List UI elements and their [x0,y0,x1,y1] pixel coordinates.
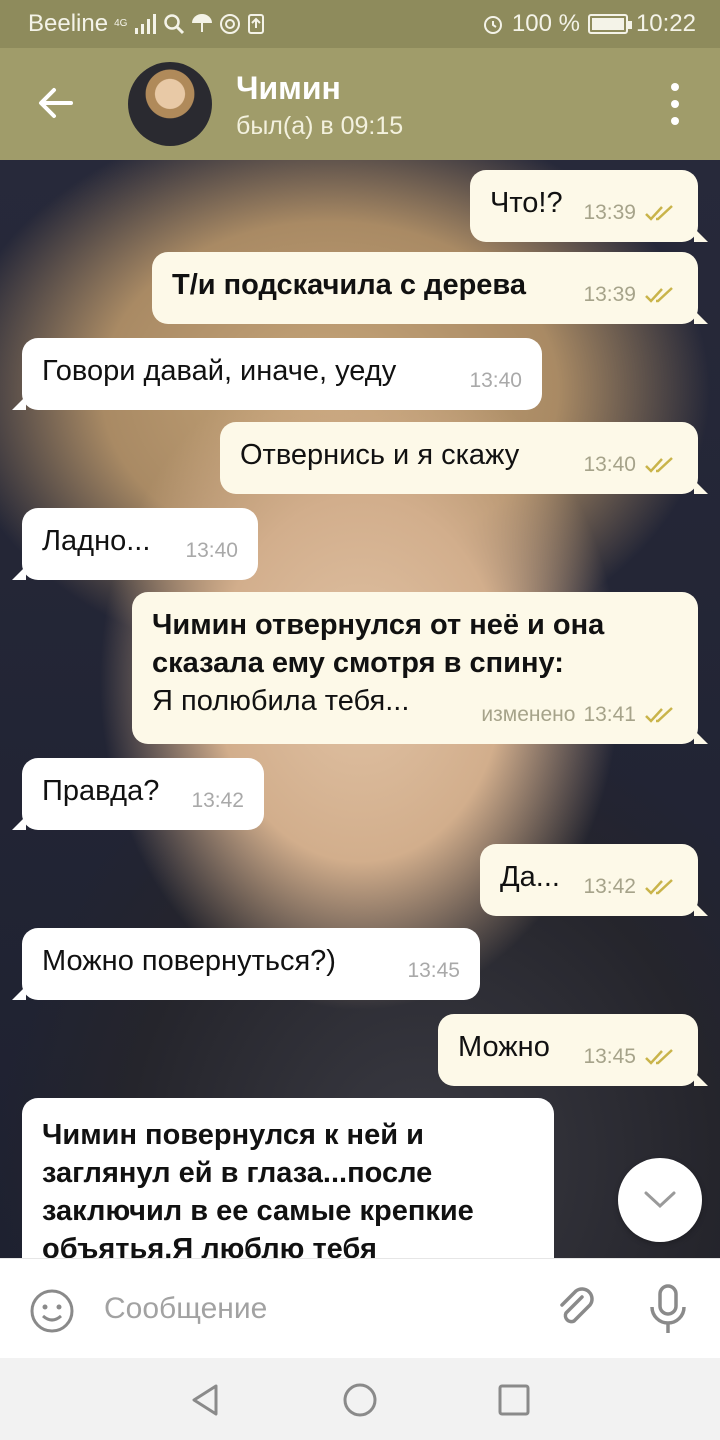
message-meta: 13:39 [583,194,678,232]
double-check-icon [645,457,673,473]
alarm-icon [483,16,502,34]
message-text: Т/и подскачила с дерева [172,269,526,301]
message-bubble-outgoing[interactable]: Что!? 13:39 [470,170,708,242]
upload-icon [248,14,265,34]
square-recents-icon [498,1384,530,1416]
message-bubble-incoming[interactable]: Говори давай, иначе, уеду 13:40 [12,338,542,410]
last-seen-status: был(а) в 09:15 [236,112,404,140]
network-type: 4G [114,18,128,29]
message-text: Чимин отвернулся от неё и она сказала ем… [152,609,605,679]
message-input[interactable] [104,1283,524,1335]
message-time: 13:39 [583,283,636,306]
message-time: 13:42 [583,875,636,898]
message-text: Что!? [490,187,563,219]
battery-icon [587,14,632,34]
message-text: Отвернись и я скажу [240,439,520,471]
status-bar-left: Beeline 4G [28,10,265,38]
message-bubble-incoming[interactable]: Правда? 13:42 [12,758,264,830]
message-bubble-incoming[interactable]: Можно повернуться?) 13:45 [12,928,480,1000]
contact-name[interactable]: Чимин [236,70,341,107]
scroll-down-button[interactable] [618,1158,702,1242]
more-options-button[interactable] [660,78,690,130]
message-bubble-incoming[interactable]: Ладно... 13:40 [12,508,258,580]
message-text: Можно [458,1031,550,1063]
double-check-icon [645,287,673,303]
signal-icon [135,14,157,34]
umbrella-icon [192,14,213,32]
message-meta: 13:45 [583,1038,678,1076]
chat-header: Чимин был(а) в 09:15 [0,48,720,160]
double-check-icon [645,205,673,221]
status-bar: Beeline 4G 100 % 10:22 [0,0,720,48]
circle-home-icon [343,1383,377,1417]
attach-button[interactable] [552,1285,600,1333]
avatar[interactable] [128,62,212,146]
at-icon [220,14,241,34]
chat-area[interactable]: Что!? 13:39 Т/и подскачила с дерева 13:3… [0,160,720,1258]
carrier-name: Beeline [28,10,109,37]
back-button[interactable] [30,78,80,128]
message-time: 13:41 [583,703,636,726]
message-meta: 13:40 [469,362,522,400]
message-time: 13:40 [469,369,522,392]
message-time: 13:45 [583,1045,636,1068]
message-time: 13:40 [185,539,238,562]
message-bubble-outgoing[interactable]: Отвернись и я скажу 13:40 [220,422,708,494]
message-text: Ладно... [42,525,151,557]
clock: 10:22 [635,10,696,37]
message-bubble-outgoing[interactable]: Да... 13:42 [480,844,708,916]
emoji-button[interactable] [28,1287,76,1335]
search-icon [164,14,185,35]
paperclip-icon [560,1287,594,1324]
message-text: Правда? [42,775,160,807]
chevron-down-icon [644,1191,676,1209]
message-meta: 13:42 [191,782,244,820]
message-meta: 13:39 [583,276,678,314]
microphone-icon [650,1284,686,1333]
smiley-icon [30,1289,74,1333]
message-text: Говори давай, иначе, уеду [42,355,397,387]
message-text: Чимин повернулся к ней и заглянул ей в г… [42,1119,474,1258]
message-text: Можно повернуться?) [42,945,336,977]
edited-label: изменено [481,703,576,726]
message-text: Да... [500,861,560,893]
status-bar-right: 100 % 10:22 [482,10,696,38]
message-bubble-outgoing[interactable]: Чимин отвернулся от неё и она сказала ем… [132,592,708,744]
message-bubble-incoming[interactable]: Чимин повернулся к ней и заглянул ей в г… [22,1098,554,1258]
double-check-icon [645,707,673,723]
message-meta: изменено 13:41 [481,696,678,734]
battery-percent: 100 % [511,10,580,37]
microphone-button[interactable] [646,1283,690,1335]
message-meta: 13:40 [185,532,238,570]
system-navigation-bar [0,1358,720,1440]
message-meta: 13:40 [583,446,678,484]
message-meta: 13:42 [583,868,678,906]
message-time: 13:40 [583,453,636,476]
message-meta: 13:45 [407,952,460,990]
double-check-icon [645,879,673,895]
more-vertical-icon [671,82,679,91]
message-time: 13:42 [191,789,244,812]
message-time: 13:39 [583,201,636,224]
message-bubble-outgoing[interactable]: Можно 13:45 [438,1014,708,1086]
message-input-bar [0,1258,720,1358]
arrow-left-icon [39,88,73,118]
double-check-icon [645,1049,673,1065]
message-bubble-outgoing[interactable]: Т/и подскачила с дерева 13:39 [152,252,708,324]
nav-home-button[interactable] [340,1380,380,1420]
nav-back-button[interactable] [186,1380,226,1420]
nav-recents-button[interactable] [494,1380,534,1420]
message-time: 13:45 [407,959,460,982]
triangle-back-icon [192,1384,218,1416]
